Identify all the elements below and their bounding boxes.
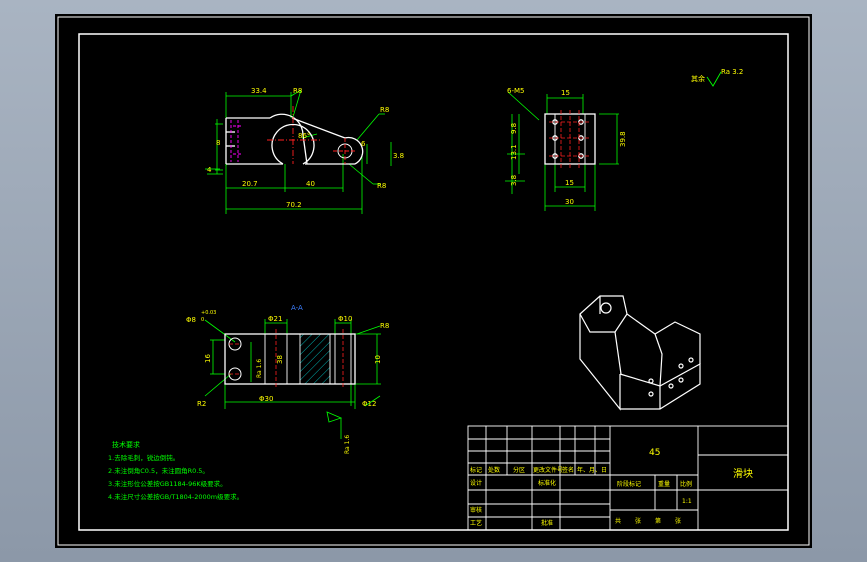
section-dim-right-bottom: Φ12 xyxy=(362,400,376,408)
title-block-material: 45 xyxy=(649,448,660,458)
title-review: 审核 xyxy=(470,506,482,514)
roughness-prefix: 其余 xyxy=(691,74,705,83)
section-dim-right-top: Φ10 xyxy=(338,315,352,323)
front-dim-left-bottom: 4 xyxy=(207,166,212,174)
tech-note-item: 3.未注形位公差按GB1184-96K级要求。 xyxy=(108,479,227,488)
sheet-border xyxy=(57,16,810,546)
title-scale: 1:1 xyxy=(682,498,692,505)
title-sheet-text: 张 xyxy=(675,517,681,525)
tech-notes-title: 技术要求 xyxy=(112,440,140,449)
tech-note-item: 2.未注倒角C0.5，未注圆角R0.5。 xyxy=(108,466,209,475)
front-view-outline xyxy=(225,113,364,165)
section-bottom-ra: Ra 1.6 xyxy=(344,435,351,454)
cad-drawing-canvas: 33.4 R8 86° 8 4 R8 R8 6 3.8 20.7 40 70.2 xyxy=(57,16,810,546)
section-dim-left-height: 16 xyxy=(204,354,212,363)
title-block: 45 滑块 标记 处数 分区 更改文件号 签名 年、月、日 设计 标准化 阶段标… xyxy=(467,425,789,531)
title-sheet-text: 共 xyxy=(615,517,621,525)
section-tol-lower: 0 xyxy=(201,317,204,323)
front-dim-r8-upper: R8 xyxy=(380,106,389,114)
front-dim-top-width: 33.4 xyxy=(251,87,267,95)
side-dim-bottom-outer: 30 xyxy=(565,198,574,206)
section-dim-inner-a: Ra 1.6 xyxy=(256,359,263,378)
front-dim-left-height: 8 xyxy=(216,139,220,147)
title-standardize: 标准化 xyxy=(538,479,556,487)
section-dim-bottom-mid: Φ30 xyxy=(259,395,273,403)
front-dim-right-small: 6 xyxy=(361,140,366,148)
title-row-label: 标记 xyxy=(470,466,482,474)
tech-note-item: 1.去除毛刺，锐边倒钝。 xyxy=(108,453,179,462)
title-row-label: 分区 xyxy=(513,466,525,474)
title-scale-label: 比例 xyxy=(680,480,692,488)
roughness-symbol-icon xyxy=(706,71,722,87)
side-view-dimensions xyxy=(505,91,619,211)
side-dim-right: 39.8 xyxy=(619,131,627,147)
title-process: 工艺 xyxy=(470,519,482,527)
section-marker: A-A xyxy=(291,304,303,312)
section-tol-upper: +0.03 xyxy=(201,310,216,316)
title-row-label: 签名 xyxy=(562,466,574,474)
section-dim-inner-b: 38 xyxy=(276,355,284,364)
roughness-note: 其余 Ra 3.2 xyxy=(691,68,743,87)
tech-notes: 技术要求 1.去除毛刺，锐边倒钝。 2.未注倒角C0.5，未注圆角R0.5。 3… xyxy=(108,440,243,501)
drawing-viewport[interactable]: 33.4 R8 86° 8 4 R8 R8 6 3.8 20.7 40 70.2 xyxy=(55,14,812,548)
title-row-label: 处数 xyxy=(488,466,500,474)
title-design: 设计 xyxy=(470,479,482,487)
side-view: 6-M5 15 9.8 13.1 3.8 39.8 15 30 xyxy=(505,87,627,211)
front-dim-r8-lower: R8 xyxy=(377,182,386,190)
side-dim-left-a: 9.8 xyxy=(510,123,518,134)
section-dim-bottom-left-r: R2 xyxy=(197,400,206,408)
title-approve: 批准 xyxy=(541,519,553,527)
section-view: A-A Φ8 +0.03 0 Φ21 Φ10 R8 16 Ra 1.6 38 R… xyxy=(186,304,389,454)
front-dim-radius: R8 xyxy=(293,87,302,95)
title-sheet-text: 第 xyxy=(655,517,661,525)
title-row-label: 年、月、日 xyxy=(577,466,607,474)
section-dim-center-top: Φ21 xyxy=(268,315,282,323)
section-dim-hole-top-left: Φ8 xyxy=(186,316,196,324)
title-block-part-name: 滑块 xyxy=(733,468,753,480)
tech-note-item: 4.未注尺寸公差按GB/T1804-2000m级要求。 xyxy=(108,492,243,501)
side-dim-hole-label: 6-M5 xyxy=(507,87,524,95)
front-dim-overall: 70.2 xyxy=(286,201,302,209)
front-dim-bottom-left: 20.7 xyxy=(242,180,258,188)
title-row-label: 更改文件号 xyxy=(533,466,563,474)
front-dim-right-right: 3.8 xyxy=(393,152,404,160)
side-dim-left-b: 13.1 xyxy=(510,144,518,160)
title-stage-label: 阶段标记 xyxy=(617,480,641,488)
section-dim-r8: R8 xyxy=(380,322,389,330)
title-sheet-text: 张 xyxy=(635,517,641,525)
drawing-frame xyxy=(78,33,789,531)
side-dim-bottom-inner: 15 xyxy=(565,179,574,187)
side-dim-top: 15 xyxy=(561,89,570,97)
front-view: 33.4 R8 86° 8 4 R8 R8 6 3.8 20.7 40 70.2 xyxy=(205,87,404,214)
front-dim-angle: 86° xyxy=(298,132,310,140)
title-weight-label: 重量 xyxy=(658,480,670,488)
isometric-view xyxy=(579,295,701,411)
roughness-value: Ra 3.2 xyxy=(721,68,743,76)
front-dim-bottom-mid: 40 xyxy=(306,180,315,188)
section-view-outline xyxy=(224,333,356,385)
side-view-outline xyxy=(544,113,596,165)
side-dim-left-c: 3.8 xyxy=(510,175,518,186)
section-hatch xyxy=(300,334,330,384)
section-dim-right-h: 10 xyxy=(374,355,382,364)
